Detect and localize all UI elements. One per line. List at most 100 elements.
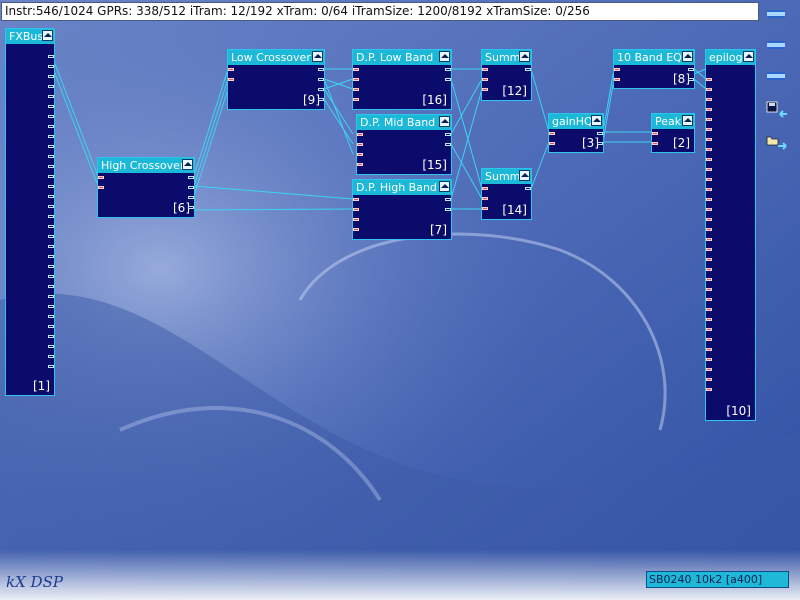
input-port[interactable] [652,132,658,135]
module-summ-upper[interactable]: Summ [12] [481,49,532,101]
output-port[interactable] [445,143,451,146]
output-port[interactable] [48,55,54,58]
output-port[interactable] [445,68,451,71]
module-epilog[interactable]: epilog [10] [705,49,756,421]
input-port[interactable] [482,88,488,91]
input-port[interactable] [706,198,712,201]
output-port[interactable] [48,205,54,208]
output-port[interactable] [597,132,603,135]
output-port[interactable] [48,115,54,118]
output-port[interactable] [48,245,54,248]
module-peak[interactable]: Peak [2] [651,113,695,153]
output-port[interactable] [48,65,54,68]
output-port[interactable] [188,186,194,189]
output-port[interactable] [318,98,324,101]
module-title[interactable]: D.P. Mid Band [357,115,451,130]
output-port[interactable] [48,225,54,228]
output-port[interactable] [48,175,54,178]
output-port[interactable] [445,208,451,211]
output-port[interactable] [48,155,54,158]
input-port[interactable] [706,188,712,191]
output-port[interactable] [48,145,54,148]
module-title[interactable]: High Crossover [98,158,194,173]
menu-icon[interactable] [767,10,785,18]
input-port[interactable] [706,378,712,381]
output-port[interactable] [318,68,324,71]
output-port[interactable] [48,255,54,258]
input-port[interactable] [706,138,712,141]
input-port[interactable] [549,132,555,135]
input-port[interactable] [357,143,363,146]
output-port[interactable] [188,206,194,209]
module-title[interactable]: Low Crossover [228,50,324,65]
input-port[interactable] [706,258,712,261]
collapse-icon[interactable] [439,116,450,127]
output-port[interactable] [48,315,54,318]
input-port[interactable] [706,318,712,321]
output-port[interactable] [445,133,451,136]
input-port[interactable] [482,197,488,200]
input-port[interactable] [353,228,359,231]
device-indicator[interactable]: SB0240 10k2 [a400] [646,571,789,588]
output-port[interactable] [48,195,54,198]
output-port[interactable] [48,295,54,298]
input-port[interactable] [482,78,488,81]
input-port[interactable] [549,142,555,145]
input-port[interactable] [228,68,234,71]
module-fxbus[interactable]: FXBus [1] [5,28,55,396]
input-port[interactable] [228,78,234,81]
module-dp-mid-band[interactable]: D.P. Mid Band [15] [356,114,452,175]
output-port[interactable] [525,68,531,71]
output-port[interactable] [445,198,451,201]
input-port[interactable] [706,348,712,351]
output-port[interactable] [318,88,324,91]
collapse-icon[interactable] [312,51,323,62]
input-port[interactable] [353,218,359,221]
input-port[interactable] [357,133,363,136]
output-port[interactable] [188,196,194,199]
input-port[interactable] [353,78,359,81]
output-port[interactable] [597,142,603,145]
input-port[interactable] [706,268,712,271]
input-port[interactable] [706,178,712,181]
collapse-icon[interactable] [439,181,450,192]
module-summ-lower[interactable]: Summ [14] [481,168,532,220]
output-port[interactable] [48,285,54,288]
output-port[interactable] [318,78,324,81]
input-port[interactable] [353,68,359,71]
input-port[interactable] [706,238,712,241]
input-port[interactable] [357,163,363,166]
input-port[interactable] [706,358,712,361]
module-high-crossover[interactable]: High Crossover [6] [97,157,195,218]
output-port[interactable] [48,75,54,78]
input-port[interactable] [706,228,712,231]
input-port[interactable] [98,186,104,189]
input-port[interactable] [706,88,712,91]
input-port[interactable] [706,278,712,281]
menu-icon[interactable] [767,41,785,49]
input-port[interactable] [706,78,712,81]
input-port[interactable] [706,218,712,221]
module-10-band-eq[interactable]: 10 Band EQ [8] [613,49,695,89]
collapse-icon[interactable] [519,170,530,181]
output-port[interactable] [48,355,54,358]
input-port[interactable] [706,368,712,371]
module-dp-low-band[interactable]: D.P. Low Band [16] [352,49,452,110]
output-port[interactable] [48,365,54,368]
output-port[interactable] [48,335,54,338]
input-port[interactable] [706,328,712,331]
input-port[interactable] [706,248,712,251]
input-port[interactable] [706,118,712,121]
input-port[interactable] [98,176,104,179]
output-port[interactable] [48,95,54,98]
input-port[interactable] [706,388,712,391]
load-icon[interactable] [766,134,788,152]
input-port[interactable] [706,338,712,341]
save-icon[interactable] [766,101,788,119]
input-port[interactable] [482,187,488,190]
input-port[interactable] [706,288,712,291]
output-port[interactable] [188,176,194,179]
output-port[interactable] [48,325,54,328]
input-port[interactable] [706,158,712,161]
module-title[interactable]: D.P. Low Band [353,50,451,65]
